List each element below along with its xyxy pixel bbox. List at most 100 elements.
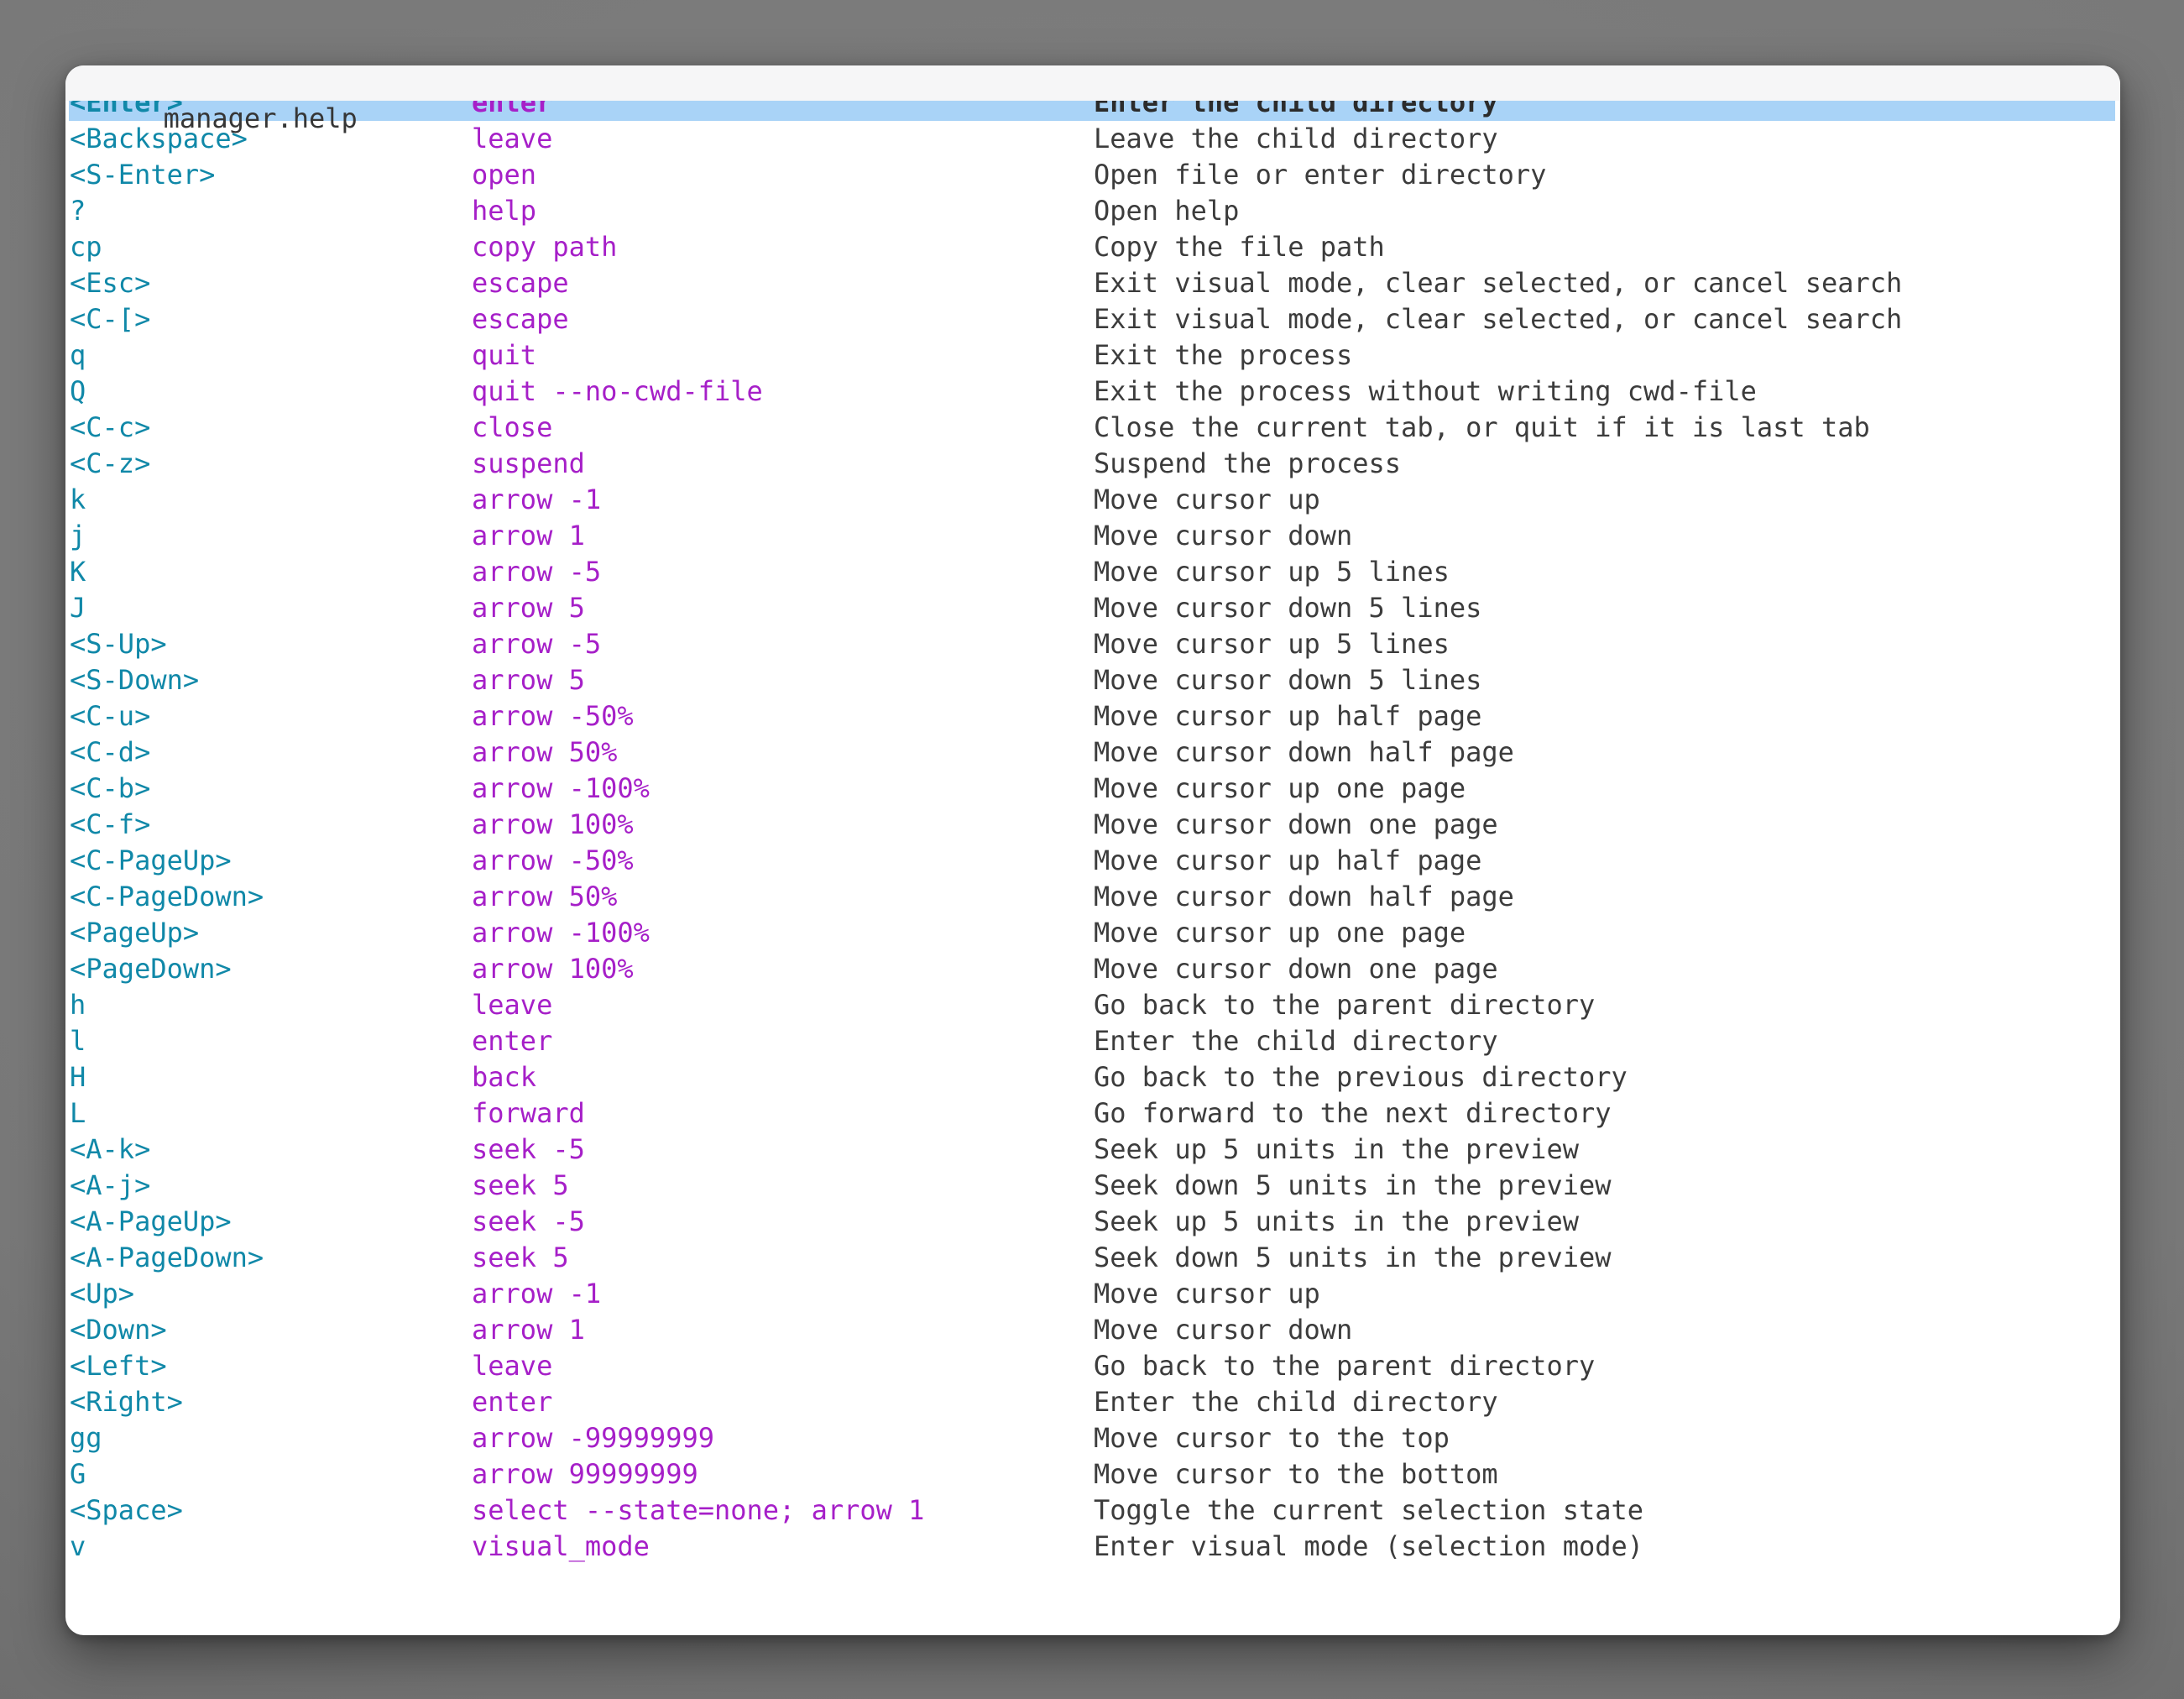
- keybind-row[interactable]: lenterEnter the child directory: [69, 1023, 2115, 1059]
- description-cell: Leave the child directory: [1094, 121, 1498, 157]
- description-cell: Exit visual mode, clear selected, or can…: [1094, 301, 1902, 337]
- keybind-row[interactable]: <C-b>arrow -100%Move cursor up one page: [69, 771, 2115, 807]
- command-cell: arrow -1: [472, 482, 601, 518]
- keybind-row[interactable]: ?helpOpen help: [69, 193, 2115, 229]
- command-cell: quit --no-cwd-file: [472, 374, 763, 410]
- command-cell: escape: [472, 301, 569, 337]
- keybind-row[interactable]: Lforward Go forward to the next directory: [69, 1095, 2115, 1132]
- key-cell: <PageDown>: [70, 951, 232, 987]
- keybind-row[interactable]: <Backspace>leaveLeave the child director…: [69, 121, 2115, 157]
- keybind-row[interactable]: <C-d>arrow 50%Move cursor down half page: [69, 734, 2115, 771]
- description-cell: Enter visual mode (selection mode): [1094, 1529, 1643, 1565]
- key-cell: <C-c>: [70, 410, 150, 446]
- command-cell: arrow -99999999: [472, 1420, 714, 1456]
- keybind-row[interactable]: <A-PageUp>seek -5Seek up 5 units in the …: [69, 1204, 2115, 1240]
- command-cell: seek 5: [472, 1168, 569, 1204]
- key-cell: Q: [70, 374, 86, 410]
- keybind-row[interactable]: <Down>arrow 1Move cursor down: [69, 1312, 2115, 1348]
- key-cell: <C-[>: [70, 301, 150, 337]
- keybind-row[interactable]: Qquit --no-cwd-fileExit the process with…: [69, 374, 2115, 410]
- keybind-row[interactable]: jarrow 1Move cursor down: [69, 518, 2115, 554]
- description-cell: Move cursor down 5 lines: [1094, 662, 1481, 698]
- keybind-row[interactable]: Jarrow 5Move cursor down 5 lines: [69, 590, 2115, 626]
- keybind-row[interactable]: <Esc>escapeExit visual mode, clear selec…: [69, 265, 2115, 301]
- keybind-row[interactable]: <S-Up>arrow -5Move cursor up 5 lines: [69, 626, 2115, 662]
- description-cell: Move cursor to the top: [1094, 1420, 1450, 1456]
- keybind-row[interactable]: <PageDown>arrow 100%Move cursor down one…: [69, 951, 2115, 987]
- description-cell: Move cursor down half page: [1094, 734, 1514, 771]
- description-cell: Move cursor up one page: [1094, 915, 1466, 951]
- description-cell: Seek up 5 units in the preview: [1094, 1204, 1579, 1240]
- keybind-row[interactable]: HbackGo back to the previous directory: [69, 1059, 2115, 1095]
- keybind-row[interactable]: <C-u>arrow -50%Move cursor up half page: [69, 698, 2115, 734]
- keybinding-list: <Enter>enterEnter the child directory<Ba…: [69, 85, 2115, 1565]
- keybind-row[interactable]: karrow -1Move cursor up: [69, 482, 2115, 518]
- description-cell: Go forward to the next directory: [1094, 1095, 1612, 1132]
- key-cell: <S-Down>: [70, 662, 199, 698]
- keybind-row[interactable]: Garrow 99999999Move cursor to the bottom: [69, 1456, 2115, 1493]
- description-cell: Move cursor down half page: [1094, 879, 1514, 915]
- keybind-row[interactable]: <Space>select --state=none; arrow 1Toggl…: [69, 1493, 2115, 1529]
- command-cell: open: [472, 157, 536, 193]
- keybind-row[interactable]: <PageUp>arrow -100%Move cursor up one pa…: [69, 915, 2115, 951]
- description-cell: Seek down 5 units in the preview: [1094, 1240, 1612, 1276]
- key-cell: H: [70, 1059, 86, 1095]
- keybind-row[interactable]: Karrow -5Move cursor up 5 lines: [69, 554, 2115, 590]
- keybind-row[interactable]: <C-f>arrow 100%Move cursor down one page: [69, 807, 2115, 843]
- description-cell: Seek up 5 units in the preview: [1094, 1132, 1579, 1168]
- key-cell: <C-PageDown>: [70, 879, 264, 915]
- key-cell: <S-Up>: [70, 626, 167, 662]
- keybind-row[interactable]: <S-Enter>openOpen file or enter director…: [69, 157, 2115, 193]
- keybind-row[interactable]: <A-j>seek 5Seek down 5 units in the prev…: [69, 1168, 2115, 1204]
- key-cell: gg: [70, 1420, 102, 1456]
- command-cell: visual_mode: [472, 1529, 650, 1565]
- key-cell: <Esc>: [70, 265, 150, 301]
- keybind-row[interactable]: qquitExit the process: [69, 337, 2115, 374]
- command-cell: arrow 1: [472, 1312, 585, 1348]
- key-cell: h: [70, 987, 86, 1023]
- command-cell: arrow 50%: [472, 734, 617, 771]
- terminal-window: <Enter>enterEnter the child directory<Ba…: [65, 65, 2120, 1635]
- command-cell: seek -5: [472, 1204, 585, 1240]
- key-cell: v: [70, 1529, 86, 1565]
- description-cell: Move cursor up: [1094, 1276, 1320, 1312]
- keybind-row[interactable]: <C-[> escape Exit visual mode, clear selec…: [69, 301, 2115, 337]
- command-cell: forward: [472, 1095, 585, 1132]
- description-cell: Exit the process: [1094, 337, 1352, 374]
- key-cell: <Space>: [70, 1493, 183, 1529]
- keybind-row[interactable]: <C-PageDown>arrow 50%Move cursor down ha…: [69, 879, 2115, 915]
- keybind-row[interactable]: <C-z>suspendSuspend the process: [69, 446, 2115, 482]
- description-cell: Move cursor down one page: [1094, 807, 1498, 843]
- description-cell: Go back to the parent directory: [1094, 987, 1595, 1023]
- key-cell: <C-u>: [70, 698, 150, 734]
- description-cell: Move cursor down: [1094, 1312, 1352, 1348]
- status-layer-label: manager.help: [164, 102, 358, 134]
- keybind-row[interactable]: <S-Down> arrow 5 Move cursor down 5 lines: [69, 662, 2115, 698]
- command-cell: arrow 99999999: [472, 1456, 698, 1493]
- keybind-row[interactable]: hleaveGo back to the parent directory: [69, 987, 2115, 1023]
- command-cell: enter: [472, 1023, 552, 1059]
- keybind-row[interactable]: v visual_mode Enter visual mode (selection…: [69, 1529, 2115, 1565]
- description-cell: Move cursor to the bottom: [1094, 1456, 1498, 1493]
- command-cell: escape: [472, 265, 569, 301]
- key-cell: L: [70, 1095, 86, 1132]
- keybind-row[interactable]: <Left>leaveGo back to the parent directo…: [69, 1348, 2115, 1384]
- key-cell: j: [70, 518, 86, 554]
- command-cell: arrow 5: [472, 662, 585, 698]
- keybind-row[interactable]: <A-k>seek -5Seek up 5 units in the previ…: [69, 1132, 2115, 1168]
- keybind-row[interactable]: <A-PageDown>seek 5Seek down 5 units in t…: [69, 1240, 2115, 1276]
- keybind-row[interactable]: gg arrow -99999999 Move cursor to the top: [69, 1420, 2115, 1456]
- keybind-row[interactable]: <C-c>closeClose the current tab, or quit…: [69, 410, 2115, 446]
- description-cell: Enter the child directory: [1094, 1023, 1498, 1059]
- command-cell: arrow -100%: [472, 915, 650, 951]
- description-cell: Move cursor up one page: [1094, 771, 1466, 807]
- keybind-row[interactable]: <Right>enterEnter the child directory: [69, 1384, 2115, 1420]
- description-cell: Copy the file path: [1094, 229, 1385, 265]
- keybind-row[interactable]: <Up>arrow -1Move cursor up: [69, 1276, 2115, 1312]
- command-cell: leave: [472, 121, 552, 157]
- keybind-row[interactable]: cpcopy pathCopy the file path: [69, 229, 2115, 265]
- key-cell: q: [70, 337, 86, 374]
- keybind-row[interactable]: <C-PageUp>arrow -50%Move cursor up half …: [69, 843, 2115, 879]
- command-cell: arrow -5: [472, 626, 601, 662]
- key-cell: k: [70, 482, 86, 518]
